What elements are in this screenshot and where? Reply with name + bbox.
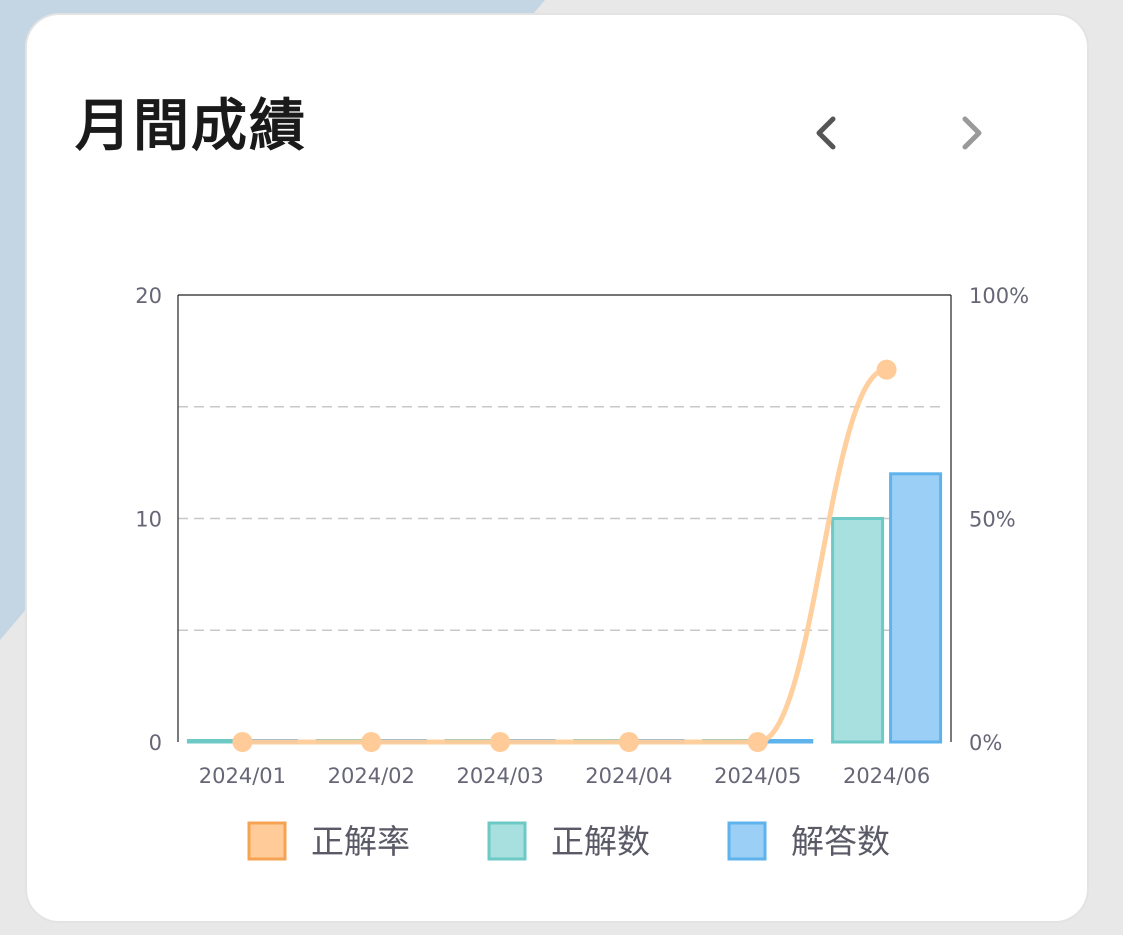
legend-label: 正解数: [551, 822, 650, 861]
monthly-results-card: 月間成績 0 10 20 0% 50% 100% 2024/01 2024/02 2024/03…: [27, 15, 1087, 921]
point-correct-rate: [232, 732, 253, 752]
y-right-tick-label: 0%: [969, 731, 1002, 755]
bar-answer-count: [889, 472, 943, 744]
y-left-tick-label: 10: [135, 508, 162, 532]
x-tick-label: 2024/01: [199, 764, 286, 788]
legend-swatch: [727, 821, 767, 861]
point-correct-rate: [361, 732, 382, 752]
point-correct-rate: [618, 732, 639, 752]
x-tick-label: 2024/05: [714, 764, 801, 788]
legend-swatch: [247, 821, 287, 861]
x-tick-label: 2024/06: [843, 764, 930, 788]
bar-answer-count: [760, 739, 814, 744]
bar-correct-count: [831, 517, 885, 744]
legend-label: 解答数: [791, 822, 890, 861]
legend-label: 正解率: [311, 822, 410, 861]
y-right-tick-label: 50%: [969, 508, 1016, 532]
point-correct-rate: [876, 359, 897, 380]
bar-correct-count: [186, 739, 240, 744]
point-correct-rate: [747, 732, 768, 752]
x-tick-label: 2024/03: [456, 764, 543, 788]
point-correct-rate: [490, 732, 511, 752]
series-line-correct-rate: [239, 367, 890, 745]
y-right-tick-label: 100%: [969, 284, 1029, 308]
x-tick-label: 2024/04: [585, 764, 672, 788]
legend-swatch: [487, 821, 527, 861]
y-left-tick-label: 20: [135, 284, 162, 308]
monthly-results-chart: 0 10 20 0% 50% 100% 2024/01 2024/02 2024/03 2024/…: [135, 284, 1029, 861]
x-tick-label: 2024/02: [328, 764, 415, 788]
y-left-tick-label: 0: [149, 731, 162, 755]
